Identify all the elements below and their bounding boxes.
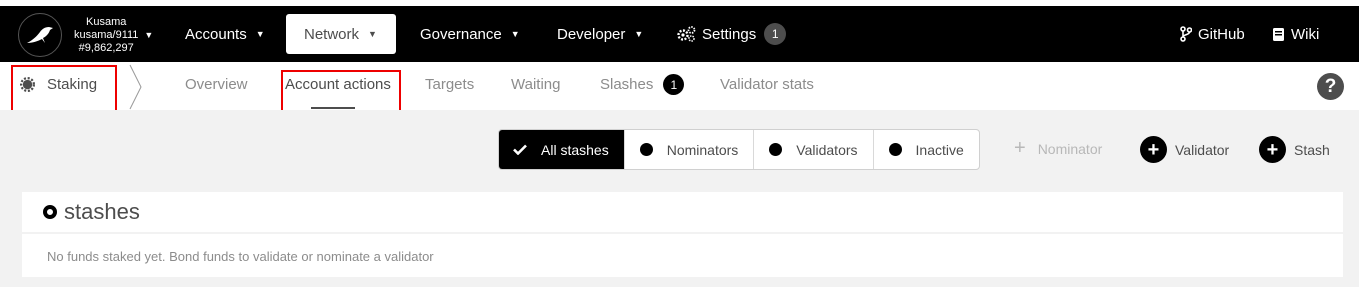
add-nominator-button[interactable]: + Nominator bbox=[1014, 137, 1102, 160]
nav-accounts-label: Accounts bbox=[185, 25, 247, 43]
slashes-count-badge: 1 bbox=[663, 74, 685, 95]
filter-validators[interactable]: Validators bbox=[753, 130, 872, 169]
add-validator-label: Validator bbox=[1175, 141, 1230, 158]
cogs-icon bbox=[677, 26, 696, 42]
block-number: #9,862,297 bbox=[78, 41, 134, 54]
chain-selector[interactable]: Kusama kusama/9111 #9,862,297 ▼ bbox=[18, 13, 153, 57]
staking-tabs-bar: Staking Overview Account actions Targets… bbox=[0, 62, 1359, 110]
tab-targets[interactable]: Targets bbox=[425, 76, 474, 93]
add-stash-label: Stash bbox=[1294, 141, 1330, 158]
stashes-card-header: stashes bbox=[22, 192, 1343, 234]
book-icon bbox=[1273, 27, 1284, 41]
circle-icon bbox=[639, 143, 653, 156]
nav-developer[interactable]: Developer ▼ bbox=[557, 14, 643, 54]
nav-governance-label: Governance bbox=[420, 25, 502, 43]
stashes-card: stashes No funds staked yet. Bond funds … bbox=[22, 192, 1343, 277]
circle-icon bbox=[888, 143, 902, 156]
chain-version: kusama/9111 bbox=[74, 28, 139, 41]
main-content: All stashes Nominators Validators Inacti… bbox=[0, 110, 1359, 287]
tab-validator-stats-label: Validator stats bbox=[720, 76, 814, 93]
tab-waiting[interactable]: Waiting bbox=[511, 76, 560, 93]
nav-network-label: Network bbox=[304, 25, 360, 43]
tab-divider-chevron bbox=[129, 64, 142, 110]
chevron-down-icon: ▼ bbox=[144, 30, 154, 40]
filter-inactive[interactable]: Inactive bbox=[872, 130, 979, 169]
tab-targets-label: Targets bbox=[425, 76, 475, 93]
filter-all-stashes[interactable]: All stashes bbox=[499, 130, 624, 169]
wiki-label: Wiki bbox=[1291, 25, 1320, 43]
chevron-down-icon: ▼ bbox=[510, 29, 520, 39]
add-validator-button[interactable]: + Validator bbox=[1140, 136, 1229, 163]
check-icon bbox=[513, 144, 527, 155]
nav-settings-label: Settings bbox=[702, 25, 757, 43]
plus-circle-icon: + bbox=[1140, 136, 1167, 163]
code-branch-icon bbox=[1180, 26, 1192, 42]
dot-circle-icon bbox=[43, 205, 57, 219]
nav-developer-label: Developer bbox=[557, 25, 626, 43]
nav-settings[interactable]: Settings 1 bbox=[677, 14, 787, 54]
tab-overview-label: Overview bbox=[185, 76, 248, 93]
plus-icon: + bbox=[1014, 137, 1026, 159]
github-link[interactable]: GitHub bbox=[1180, 14, 1245, 54]
tab-validator-stats[interactable]: Validator stats bbox=[720, 76, 814, 93]
chevron-down-icon: ▼ bbox=[634, 29, 644, 39]
wiki-link[interactable]: Wiki bbox=[1272, 14, 1319, 54]
stashes-empty-message: No funds staked yet. Bond funds to valid… bbox=[47, 249, 434, 264]
tab-waiting-label: Waiting bbox=[511, 76, 561, 93]
chain-name: Kusama bbox=[86, 15, 127, 28]
kusama-logo-icon bbox=[18, 13, 62, 57]
chevron-down-icon: ▼ bbox=[255, 29, 265, 39]
nav-network[interactable]: Network ▼ bbox=[286, 14, 396, 54]
stashes-title: stashes bbox=[64, 199, 140, 224]
top-navigation-bar: Kusama kusama/9111 #9,862,297 ▼ Accounts… bbox=[0, 6, 1359, 62]
chevron-down-icon: ▼ bbox=[368, 29, 377, 39]
filter-nominators[interactable]: Nominators bbox=[623, 130, 754, 169]
tab-slashes-label: Slashes bbox=[600, 76, 654, 93]
add-stash-button[interactable]: + Stash bbox=[1259, 136, 1330, 163]
settings-count-badge: 1 bbox=[764, 23, 787, 45]
tab-slashes[interactable]: Slashes 1 bbox=[600, 74, 685, 95]
add-nominator-label: Nominator bbox=[1037, 140, 1103, 157]
nav-accounts[interactable]: Accounts ▼ bbox=[185, 14, 265, 54]
stash-filter-group: All stashes Nominators Validators Inacti… bbox=[498, 129, 980, 170]
plus-circle-icon: + bbox=[1259, 136, 1286, 163]
filter-validators-label: Validators bbox=[796, 141, 858, 158]
help-icon[interactable]: ? bbox=[1317, 73, 1344, 100]
nav-governance[interactable]: Governance ▼ bbox=[420, 14, 520, 54]
chain-info: Kusama kusama/9111 #9,862,297 bbox=[74, 16, 138, 55]
github-label: GitHub bbox=[1198, 25, 1245, 43]
tab-overview[interactable]: Overview bbox=[185, 76, 248, 93]
filter-all-stashes-label: All stashes bbox=[541, 141, 609, 158]
filter-nominators-label: Nominators bbox=[666, 141, 739, 158]
circle-icon bbox=[769, 143, 783, 156]
filter-inactive-label: Inactive bbox=[915, 141, 964, 158]
